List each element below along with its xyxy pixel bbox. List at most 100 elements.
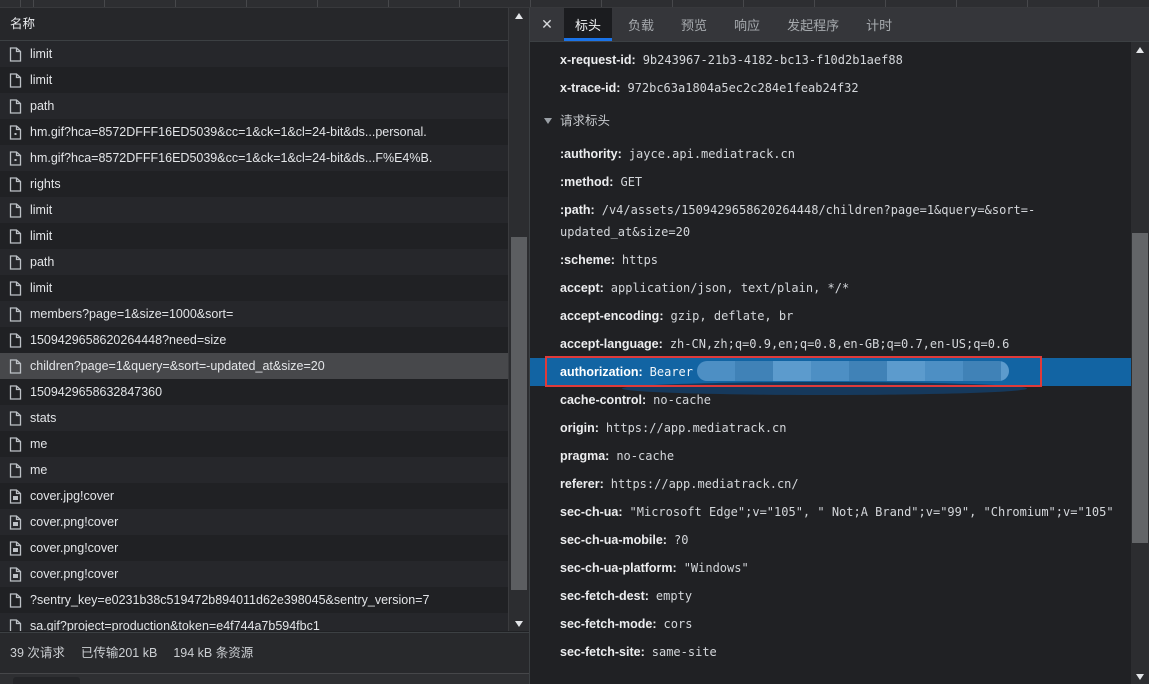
file-icon <box>9 489 22 504</box>
file-icon <box>9 281 22 296</box>
header-value: /v4/assets/1509429658620264448/children?… <box>560 203 1035 239</box>
left-scrollbar[interactable] <box>508 8 529 631</box>
tab-3[interactable]: 响应 <box>723 8 771 41</box>
header-value: GET <box>620 175 642 189</box>
request-list-panel: 名称 limit limit path <box>0 8 530 684</box>
scroll-up-button[interactable] <box>1131 42 1149 57</box>
header-name: :authority: <box>560 147 622 161</box>
file-icon <box>9 177 22 192</box>
right-scrollbar[interactable] <box>1131 42 1149 684</box>
resources-size: 194 kB 条资源 <box>173 646 253 660</box>
request-row[interactable]: 1509429658620264448?need=size <box>0 327 508 353</box>
header-name: x-trace-id: <box>560 81 620 95</box>
request-headers-list: :authority:jayce.api.mediatrack.cn :meth… <box>530 140 1131 666</box>
header-row: accept-language:zh-CN,zh;q=0.9,en;q=0.8,… <box>530 330 1131 358</box>
request-row[interactable]: sa.gif?project=production&token=e4f744a7… <box>0 613 508 631</box>
header-value: application/json, text/plain, */* <box>611 281 849 295</box>
file-icon <box>9 593 22 608</box>
file-icon <box>9 99 22 114</box>
request-row[interactable]: me <box>0 431 508 457</box>
request-row[interactable]: path <box>0 249 508 275</box>
request-name: limit <box>30 203 52 217</box>
scroll-down-button[interactable] <box>1131 669 1149 684</box>
scrollbar-thumb[interactable] <box>511 237 527 590</box>
requests-count: 39 次请求 <box>10 646 65 660</box>
header-value: no-cache <box>616 449 674 463</box>
tab-5[interactable]: 计时 <box>855 8 903 41</box>
request-row[interactable]: stats <box>0 405 508 431</box>
request-name: 1509429658632847360 <box>30 385 162 399</box>
request-row[interactable]: limit <box>0 41 508 67</box>
request-name: me <box>30 437 47 451</box>
header-name: sec-fetch-dest: <box>560 589 649 603</box>
request-row[interactable]: limit <box>0 197 508 223</box>
request-row[interactable]: hm.gif?hca=8572DFFF16ED5039&cc=1&ck=1&cl… <box>0 145 508 171</box>
devtools-network-panel: 名称 limit limit path <box>0 0 1149 684</box>
header-value: empty <box>656 589 692 603</box>
request-row[interactable]: hm.gif?hca=8572DFFF16ED5039&cc=1&ck=1&cl… <box>0 119 508 145</box>
file-icon <box>9 203 22 218</box>
request-list: limit limit path hm.gif?hca=8572DFFF16ED… <box>0 41 508 631</box>
scroll-down-button[interactable] <box>509 616 529 631</box>
header-value: same-site <box>652 645 717 659</box>
file-icon <box>9 515 22 530</box>
scroll-up-button[interactable] <box>509 8 529 23</box>
request-row[interactable]: me <box>0 457 508 483</box>
section-title-label: 请求标头 <box>560 114 610 128</box>
request-row[interactable]: cover.png!cover <box>0 509 508 535</box>
request-name: limit <box>30 73 52 87</box>
request-name: limit <box>30 281 52 295</box>
request-row[interactable]: members?page=1&size=1000&sort= <box>0 301 508 327</box>
header-value: "Windows" <box>684 561 749 575</box>
header-row: :scheme: https <box>530 246 1131 274</box>
request-name: ?sentry_key=e0231b38c519472b894011d62e39… <box>30 593 429 607</box>
header-value: ?0 <box>674 533 688 547</box>
request-headers-section-title[interactable]: 请求标头 <box>530 108 1131 135</box>
request-row[interactable]: limit <box>0 67 508 93</box>
headers-pane: x-request-id:9b243967-21b3-4182-bc13-f10… <box>530 42 1131 684</box>
file-icon <box>9 385 22 400</box>
header-value: https <box>622 253 658 267</box>
header-name: :method: <box>560 175 613 189</box>
arrow-up-icon <box>515 13 523 19</box>
file-icon <box>9 437 22 452</box>
file-icon <box>9 619 22 632</box>
header-value: cors <box>664 617 693 631</box>
request-row[interactable]: cover.png!cover <box>0 561 508 587</box>
request-row[interactable]: rights <box>0 171 508 197</box>
tab-0[interactable]: 标头 <box>564 8 612 41</box>
scrollbar-thumb[interactable] <box>1132 233 1148 543</box>
request-row[interactable]: children?page=1&query=&sort=-updated_at&… <box>0 353 508 379</box>
header-row: sec-ch-ua-mobile:?0 <box>530 526 1131 554</box>
leading-headers: x-request-id:9b243967-21b3-4182-bc13-f10… <box>530 46 1131 102</box>
header-name: :scheme: <box>560 253 615 267</box>
header-row: accept-encoding:gzip, deflate, br <box>530 302 1131 330</box>
request-name: me <box>30 463 47 477</box>
request-row[interactable]: 1509429658632847360 <box>0 379 508 405</box>
tab-label: 负载 <box>628 15 654 34</box>
close-icon[interactable]: ✕ <box>530 8 564 41</box>
header-name: pragma: <box>560 449 609 463</box>
name-column-header[interactable]: 名称 <box>0 8 529 41</box>
drawer-tab-stub[interactable] <box>13 677 80 684</box>
header-value: 9b243967-21b3-4182-bc13-f10d2b1aef88 <box>643 53 903 67</box>
request-row[interactable]: limit <box>0 223 508 249</box>
tab-label: 响应 <box>734 15 760 34</box>
header-name: cache-control: <box>560 393 646 407</box>
tab-4[interactable]: 发起程序 <box>776 8 850 41</box>
header-row: x-request-id:9b243967-21b3-4182-bc13-f10… <box>530 46 1131 74</box>
request-name: path <box>30 255 54 269</box>
header-row: sec-ch-ua-platform:"Windows" <box>530 554 1131 582</box>
network-timeline-ruler <box>0 0 1149 8</box>
header-row: pragma: no-cache <box>530 442 1131 470</box>
request-row[interactable]: limit <box>0 275 508 301</box>
tab-2[interactable]: 预览 <box>670 8 718 41</box>
request-row[interactable]: path <box>0 93 508 119</box>
header-value: zh-CN,zh;q=0.9,en;q=0.8,en-GB;q=0.7,en-U… <box>670 337 1010 351</box>
request-row[interactable]: cover.jpg!cover <box>0 483 508 509</box>
file-icon <box>9 411 22 426</box>
tab-1[interactable]: 负载 <box>617 8 665 41</box>
header-name: sec-fetch-mode: <box>560 617 657 631</box>
request-row[interactable]: ?sentry_key=e0231b38c519472b894011d62e39… <box>0 587 508 613</box>
request-row[interactable]: cover.png!cover <box>0 535 508 561</box>
